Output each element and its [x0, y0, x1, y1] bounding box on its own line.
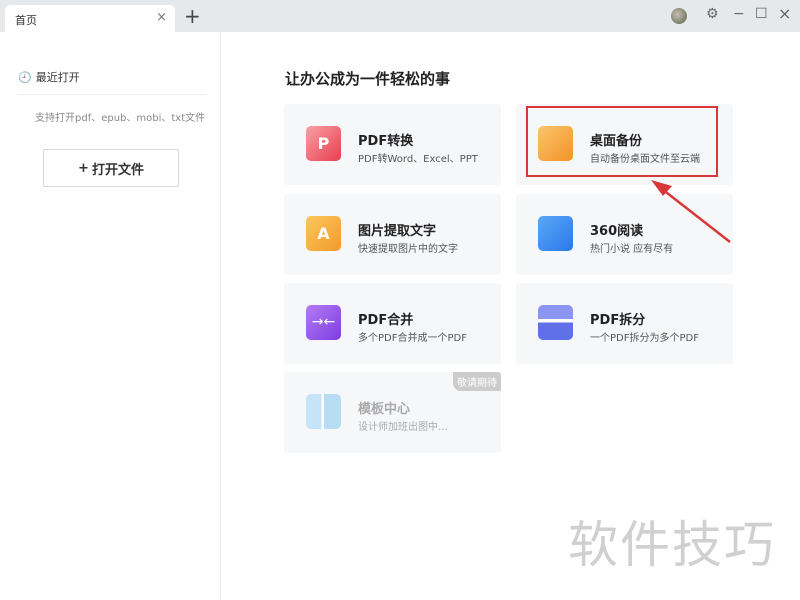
watermark: 软件技巧 — [568, 516, 776, 574]
